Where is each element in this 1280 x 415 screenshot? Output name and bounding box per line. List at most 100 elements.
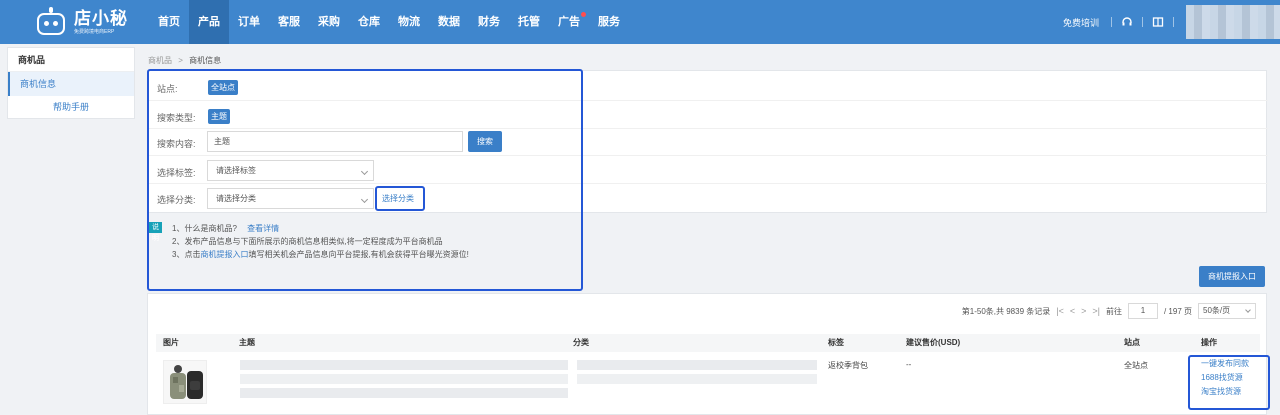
nav-item-order[interactable]: 订单 [229,0,269,44]
nav-item-finance[interactable]: 财务 [469,0,509,44]
first-page-icon[interactable]: |< [1056,306,1064,316]
product-image[interactable] [163,360,207,404]
note-line-1: 1、什么是商机品? 查看详情 [172,222,279,235]
column-header-tag: 标签 [828,338,844,347]
column-header-category: 分类 [573,338,589,347]
one-click-publish-link[interactable]: 一键发布同款 [1201,358,1249,369]
tag-select[interactable]: 请选择标签 [207,160,374,181]
note-line-1-text: 1、什么是商机品? [172,224,237,233]
page-size-value: 50条/页 [1203,306,1231,315]
row-price: -- [906,360,912,369]
prev-page-icon[interactable]: < [1070,306,1075,316]
product-title-blurred [240,374,568,384]
last-page-icon[interactable]: >| [1092,306,1100,316]
note-tag: 说明 [149,222,162,242]
total-pages: / 197 页 [1163,306,1192,316]
breadcrumb-current: 商机信息 [189,56,222,65]
divider [1173,17,1174,27]
site-row: 站点: 全站点 [148,71,1268,101]
nav-item-warehouse[interactable]: 仓库 [349,0,389,44]
tag-label: 选择标签: [157,168,196,178]
search-content-label: 搜索内容: [157,139,196,149]
nav-right: 免费培训 [1063,0,1280,44]
category-label: 选择分类: [157,195,196,205]
product-title-blurred [240,360,568,370]
notification-dot [581,12,586,17]
user-account-blurred[interactable] [1186,5,1280,39]
category-select-placeholder: 请选择分类 [216,194,256,203]
note-line-2: 2、发布产品信息与下面所展示的商机信息相类似,将一定程度成为平台商机品 [172,237,443,246]
chevron-down-icon [1245,307,1251,313]
site-label: 站点: [157,84,178,94]
search-type-row: 搜索类型: 主题 [148,101,1268,129]
results-table-panel: 第1-50条,共 9839 条记录 |< < > >| 前往 1 / 197 页… [147,293,1267,415]
nav-item-services[interactable]: 服务 [589,0,629,44]
search-type-label: 搜索类型: [157,113,196,123]
divider [1111,17,1112,27]
opportunity-report-link[interactable]: 商机提报入口 [200,250,248,259]
goto-label: 前往 [1105,306,1122,316]
page-size-select[interactable]: 50条/页 [1198,303,1256,319]
note-line-3-suffix: 填写相关机会产品信息向平台提报,有机会获得平台曝光资源位! [248,250,469,259]
table-header: 图片 主题 分类 标签 建议售价(USD) 站点 操作 [156,334,1260,352]
nav-item-ads-label: 广告 [558,16,580,28]
next-page-icon[interactable]: > [1081,306,1086,316]
product-title-blurred [240,388,568,398]
free-training-link[interactable]: 免费培训 [1063,16,1099,29]
nav-item-service[interactable]: 客服 [269,0,309,44]
breadcrumb: 商机品 > 商机信息 [148,55,221,66]
brand-logo[interactable]: 店小秘 免费跨境电商ERP [34,4,128,40]
chevron-down-icon [360,167,369,176]
search-content-row: 搜索内容: 主题 搜索 [148,129,1268,156]
breadcrumb-separator: > [178,56,183,65]
nav-item-product[interactable]: 产品 [189,0,229,44]
column-header-price: 建议售价(USD) [906,338,961,347]
find-source-1688-link[interactable]: 1688找货源 [1201,372,1243,383]
column-header-title: 主题 [239,338,255,347]
chevron-down-icon [360,195,369,204]
category-row: 选择分类: 请选择分类 选择分类 [148,184,1268,214]
choose-category-button[interactable]: 选择分类 [382,193,414,204]
row-site: 全站点 [1124,361,1148,370]
sidebar-header: 商机品 [8,48,134,72]
product-category-blurred [577,360,817,370]
column-header-image: 图片 [163,338,179,347]
nav-item-ads[interactable]: 广告 [549,0,589,44]
column-header-site: 站点 [1124,338,1140,347]
sidebar: 商机品 商机信息 帮助手册 [7,47,135,119]
tag-row: 选择标签: 请选择标签 [148,156,1268,184]
robot-logo-icon [34,7,68,37]
nav-item-data[interactable]: 数据 [429,0,469,44]
row-tag: 返校季背包 [828,361,868,370]
nav-item-home[interactable]: 首页 [149,0,189,44]
nav-item-hosting[interactable]: 托管 [509,0,549,44]
nav-item-purchase[interactable]: 采购 [309,0,349,44]
nav-item-logistics[interactable]: 物流 [389,0,429,44]
page-number-input[interactable]: 1 [1127,303,1158,319]
find-source-taobao-link[interactable]: 淘宝找货源 [1201,386,1241,397]
note-line-3: 3、点击商机提报入口填写相关机会产品信息向平台提报,有机会获得平台曝光资源位! [172,248,469,261]
help-manual-link[interactable]: 帮助手册 [8,96,134,118]
opportunity-report-button[interactable]: 商机提报入口 [1199,266,1265,287]
filter-panel: 站点: 全站点 搜索类型: 主题 搜索内容: 主题 搜索 选择标签: 请选择标签… [147,70,1268,214]
search-button[interactable]: 搜索 [468,131,502,152]
table-row: 返校季背包 -- 全站点 一键发布同款 1688找货源 淘宝找货源 [156,352,1260,415]
main-menu: 首页 产品 订单 客服 采购 仓库 物流 数据 财务 托管 广告 服务 [149,0,629,44]
column-header-ops: 操作 [1201,338,1217,347]
search-input[interactable]: 主题 [207,131,463,152]
book-icon[interactable] [1152,16,1164,28]
view-details-link[interactable]: 查看详情 [247,224,279,233]
top-nav: 店小秘 免费跨境电商ERP 首页 产品 订单 客服 采购 仓库 物流 数据 财务… [0,0,1280,44]
tag-select-placeholder: 请选择标签 [216,166,256,175]
product-category-blurred [577,374,817,384]
search-type-option-title[interactable]: 主题 [208,109,230,124]
site-option-all[interactable]: 全站点 [208,80,238,95]
brand-subtitle: 免费跨境电商ERP [74,28,115,35]
category-select[interactable]: 请选择分类 [207,188,374,209]
breadcrumb-root[interactable]: 商机品 [148,56,172,65]
headset-icon[interactable] [1121,16,1133,28]
divider [1142,17,1143,27]
sidebar-item-opportunity-info[interactable]: 商机信息 [8,72,134,96]
record-summary: 第1-50条,共 9839 条记录 [961,306,1051,316]
brand-name: 店小秘 [74,8,128,28]
